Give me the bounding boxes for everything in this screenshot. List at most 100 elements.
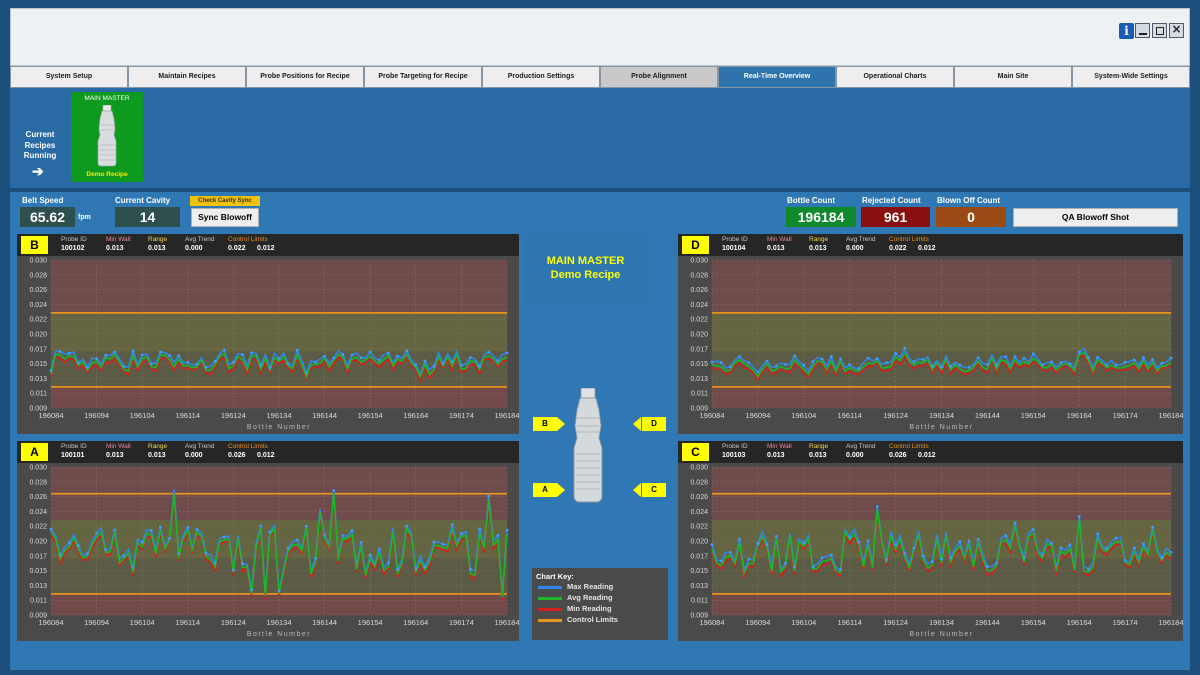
- max-reading-point: [1105, 363, 1109, 367]
- tab-production-settings[interactable]: Production Settings: [482, 66, 600, 88]
- recipe-tile[interactable]: MAIN MASTER Demo Recipe: [71, 92, 143, 182]
- recipe-tile-name: Demo Recipe: [86, 171, 128, 178]
- max-reading-point: [140, 353, 144, 357]
- minimize-icon[interactable]: [1135, 23, 1150, 38]
- max-reading-point: [784, 363, 787, 366]
- x-tick-label: 196164: [1067, 618, 1092, 627]
- max-reading-point: [496, 359, 500, 363]
- max-reading-point: [460, 364, 463, 367]
- min-wall-value: 0.013: [106, 245, 124, 252]
- min-wall-label: Min Wall: [106, 236, 131, 243]
- tab-main-site[interactable]: Main Site: [954, 66, 1072, 88]
- max-reading-point: [277, 589, 281, 593]
- x-tick-label: 196084: [38, 411, 63, 420]
- max-reading-point: [131, 566, 135, 569]
- max-reading-point: [756, 542, 760, 545]
- max-reading-point: [1077, 515, 1081, 518]
- tab-maintain-recipes[interactable]: Maintain Recipes: [128, 66, 246, 88]
- max-reading-point: [811, 360, 815, 363]
- max-reading-point: [1151, 525, 1155, 529]
- range-value: 0.013: [809, 245, 827, 252]
- tab-probe-alignment[interactable]: Probe Alignment: [600, 66, 718, 88]
- max-reading-point: [95, 357, 98, 361]
- x-tick-label: 196164: [1067, 411, 1092, 420]
- max-reading-point: [286, 362, 290, 365]
- y-tick-label: 0.015: [690, 361, 708, 368]
- max-reading-point: [1022, 356, 1026, 360]
- x-tick-label: 196084: [699, 411, 724, 420]
- probe-id-label: Probe ID: [722, 443, 748, 450]
- y-tick-label: 0.028: [29, 272, 47, 279]
- max-reading-point: [469, 567, 472, 571]
- x-tick-label: 196124: [221, 411, 246, 420]
- max-reading-point: [912, 546, 916, 550]
- x-tick-label: 196094: [84, 618, 109, 627]
- max-reading-point: [1031, 352, 1035, 356]
- tab-real-time-overview[interactable]: Real-Time Overview: [718, 66, 836, 88]
- chart-key-title: Chart Key:: [536, 572, 574, 581]
- tab-system-setup[interactable]: System Setup: [10, 66, 128, 88]
- max-reading-point: [765, 359, 769, 363]
- max-reading-point: [450, 360, 454, 364]
- bottle-icon: [97, 105, 117, 167]
- max-reading-point: [368, 553, 372, 557]
- info-icon[interactable]: i: [1119, 23, 1134, 39]
- y-tick-label: 0.013: [690, 376, 708, 383]
- rejected-count-label: Rejected Count: [862, 196, 921, 205]
- close-icon[interactable]: ×: [1169, 22, 1184, 38]
- max-reading-point: [140, 541, 144, 544]
- min-wall-label: Min Wall: [106, 443, 131, 450]
- x-tick-label: 196184: [494, 411, 519, 420]
- qa-blowoff-shot-button[interactable]: QA Blowoff Shot: [1013, 208, 1178, 227]
- max-reading-point: [1160, 556, 1164, 560]
- max-reading-point: [195, 362, 199, 366]
- range-value: 0.013: [148, 452, 166, 459]
- probe-label-b: B: [533, 417, 557, 431]
- y-tick-label: 0.017: [29, 553, 47, 560]
- current-recipes-label: Current Recipes Running: [23, 130, 57, 160]
- line-chart: 0.030 0.028 0.026 0.024 0.022 0.020 0.017 0.015…: [29, 465, 519, 639]
- max-reading-point: [104, 548, 108, 552]
- max-reading-point: [505, 528, 509, 532]
- check-cavity-sync-badge: Check Cavity Sync: [190, 196, 260, 206]
- max-reading-point: [866, 356, 870, 360]
- max-reading-point: [387, 351, 390, 355]
- max-reading-point: [747, 361, 751, 365]
- maximize-icon[interactable]: [1152, 23, 1167, 38]
- max-reading-point: [747, 557, 751, 561]
- max-reading-point: [350, 529, 354, 532]
- max-reading-point: [738, 537, 741, 541]
- tab-probe-positions-for-recipe[interactable]: Probe Positions for Recipe: [246, 66, 364, 88]
- max-reading-point: [903, 552, 907, 555]
- tab-probe-targeting-for-recipe[interactable]: Probe Targeting for Recipe: [364, 66, 482, 88]
- arrow-right-icon: ➔: [32, 163, 44, 179]
- max-reading-point: [710, 360, 714, 364]
- max-reading-point: [774, 364, 778, 368]
- max-reading-point: [1096, 356, 1099, 359]
- max-reading-point: [86, 365, 89, 369]
- max-reading-point: [76, 544, 80, 547]
- tab-operational-charts[interactable]: Operational Charts: [836, 66, 954, 88]
- y-tick-label: 0.024: [690, 509, 708, 516]
- x-tick-label: 196154: [358, 618, 383, 627]
- max-reading-point: [802, 363, 806, 367]
- max-reading-point: [487, 494, 491, 498]
- y-tick-label: 0.013: [690, 583, 708, 590]
- sync-blowoff-button[interactable]: Sync Blowoff: [191, 208, 259, 227]
- max-reading-point: [793, 354, 797, 358]
- belt-speed-unit: fpm: [78, 214, 91, 221]
- max-reading-point: [232, 360, 235, 364]
- x-tick-label: 196174: [449, 618, 474, 627]
- probe-label-c: C: [642, 483, 666, 497]
- max-reading-point: [1142, 542, 1145, 546]
- max-reading-point: [1169, 550, 1173, 554]
- chart-header: D Probe ID 100104 Min Wall 0.013 Range 0.013 Av…: [678, 234, 1183, 256]
- y-tick-label: 0.013: [29, 583, 47, 590]
- min-wall-value: 0.013: [767, 452, 785, 459]
- tab-system-wide-settings[interactable]: System-Wide Settings: [1072, 66, 1190, 88]
- max-reading-point: [332, 356, 336, 360]
- recipe-bar: Current Recipes Running ➔ MAIN MASTER De…: [10, 88, 1190, 188]
- max-reading-point: [341, 534, 345, 538]
- max-reading-point: [159, 525, 162, 529]
- max-reading-point: [268, 530, 272, 534]
